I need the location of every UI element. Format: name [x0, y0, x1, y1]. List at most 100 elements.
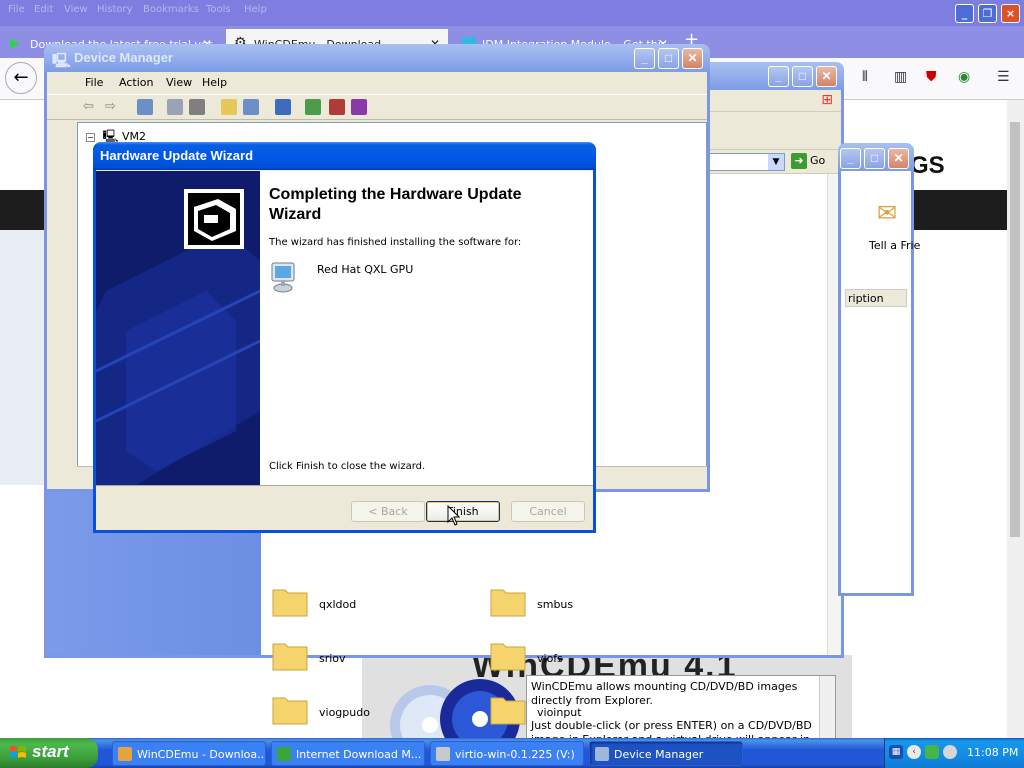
display-adapter-icon — [271, 262, 295, 293]
menu-view[interactable]: View — [166, 76, 192, 89]
sidebar-icon[interactable]: ▥ — [894, 69, 907, 85]
finish-button[interactable]: Finish — [426, 501, 500, 522]
system-tray: ▦ ‹ 11:08 PM — [884, 738, 1024, 768]
maximize-button[interactable]: □ — [658, 48, 679, 69]
mouse-cursor-icon — [447, 505, 461, 526]
properties-icon[interactable] — [167, 99, 183, 115]
page-scrollbar[interactable] — [1007, 100, 1024, 740]
taskbar-item-idm[interactable]: Internet Download M... — [271, 741, 425, 766]
clock[interactable]: 11:08 PM — [967, 746, 1018, 759]
wizard-title: Hardware Update Wizard — [100, 148, 254, 163]
firefox-menubar: File Edit View History Bookmarks Tools H… — [0, 0, 1024, 26]
close-button[interactable]: ✕ — [888, 148, 909, 169]
folder-icon — [272, 589, 308, 617]
folder-icon — [272, 697, 308, 725]
go-arrow-icon: ➜ — [791, 153, 807, 169]
menu-action[interactable]: Action — [119, 76, 153, 89]
ff-close-button[interactable]: × — [1001, 4, 1020, 23]
folder-icon — [272, 643, 308, 671]
scroll-thumb[interactable] — [1010, 122, 1020, 537]
view-icon[interactable] — [243, 99, 259, 115]
keyboard-icon[interactable]: ▦ — [889, 745, 903, 759]
ff-menu-tools[interactable]: Tools — [206, 4, 231, 15]
show-hide-tree-icon[interactable] — [137, 99, 153, 115]
back-arrow-icon[interactable]: ⇦ — [83, 99, 99, 115]
device-name: Red Hat QXL GPU — [317, 263, 414, 276]
close-button[interactable]: ✕ — [816, 66, 837, 87]
folder-item[interactable]: qxldod — [271, 584, 471, 634]
idm-column-header[interactable]: ription — [845, 289, 907, 307]
folder-label: vioinput — [537, 706, 582, 719]
wizard-titlebar[interactable]: Hardware Update Wizard — [93, 142, 596, 170]
help-icon[interactable] — [221, 99, 237, 115]
print-icon[interactable] — [189, 99, 205, 115]
wizard-subtitle: The wizard has finished installing the s… — [269, 237, 522, 248]
uninstall-icon[interactable] — [329, 99, 345, 115]
ff-minimize-button[interactable]: _ — [955, 4, 974, 23]
page-heading-fragment: GS — [910, 152, 945, 179]
computer-icon: 🖳 — [102, 129, 119, 143]
maximize-button[interactable]: □ — [792, 66, 813, 87]
ff-menu-view[interactable]: View — [64, 4, 88, 15]
hamburger-menu-icon[interactable]: ☰ — [997, 69, 1010, 85]
library-icon[interactable]: ⫴ — [862, 69, 868, 85]
chevron-down-icon[interactable]: ▼ — [768, 154, 784, 170]
folder-icon — [490, 697, 526, 725]
scan-hardware-icon[interactable] — [275, 99, 291, 115]
disable-icon[interactable] — [351, 99, 367, 115]
folder-item[interactable]: vioinput — [489, 692, 689, 742]
minimize-button[interactable]: _ — [840, 148, 861, 169]
start-label: start — [32, 742, 69, 761]
start-button[interactable]: start — [0, 738, 98, 768]
taskbar-item-wincdemu[interactable]: WinCDEmu - Downloa... — [112, 741, 266, 766]
taskbar-item-device-manager[interactable]: Device Manager — [589, 741, 743, 766]
back-button[interactable]: < Back — [351, 501, 425, 522]
maximize-button[interactable]: □ — [864, 148, 885, 169]
ff-menu-edit[interactable]: Edit — [34, 4, 53, 15]
close-button[interactable]: ✕ — [682, 48, 703, 69]
folder-item[interactable]: smbus — [489, 584, 689, 634]
wizard-button-bar: < Back Finish Cancel — [96, 485, 593, 530]
ff-menu-bookmarks[interactable]: Bookmarks — [143, 4, 199, 15]
task-label: virtio-win-0.1.225 (V:) — [455, 748, 575, 761]
folder-icon — [490, 643, 526, 671]
ff-menu-history[interactable]: History — [97, 4, 133, 15]
network-icon[interactable] — [925, 745, 939, 759]
cancel-button[interactable]: Cancel — [511, 501, 585, 522]
folder-label: viofs — [537, 652, 563, 665]
ff-menu-file[interactable]: File — [8, 4, 25, 15]
folder-label: qxldod — [319, 598, 357, 611]
hardware-update-wizard: Hardware Update Wizard Completing the Ha… — [93, 142, 596, 533]
windows-flag-icon: ⊞ — [821, 92, 833, 108]
folder-item[interactable]: viofs — [489, 638, 689, 688]
volume-icon[interactable] — [943, 745, 957, 759]
collapse-icon[interactable]: − — [86, 132, 95, 142]
minimize-button[interactable]: _ — [768, 66, 789, 87]
wizard-banner-graphic — [96, 189, 260, 485]
chevron-left-icon[interactable]: ‹ — [907, 745, 921, 759]
wizard-side-panel — [96, 171, 260, 485]
page-left-band — [0, 230, 50, 485]
device-manager-titlebar[interactable]: 🖳 Device Manager _ □ ✕ — [44, 44, 710, 72]
device-manager-toolbar: ⇦ ⇨ — [47, 94, 707, 120]
update-driver-icon[interactable] — [305, 99, 321, 115]
ublock-icon[interactable]: ⛊ — [926, 69, 937, 85]
task-label: Device Manager — [614, 748, 704, 761]
folder-item[interactable]: viogpudo — [271, 692, 471, 742]
idm-titlebar[interactable]: _ □ ✕ — [838, 143, 914, 171]
go-button[interactable]: ➜ Go — [791, 153, 825, 169]
menu-file[interactable]: File — [85, 76, 103, 89]
menu-help[interactable]: Help — [202, 76, 227, 89]
minimize-button[interactable]: _ — [634, 48, 655, 69]
back-button[interactable]: ← — [5, 62, 37, 94]
folder-label: viogpudo — [319, 706, 370, 719]
ff-menu-help[interactable]: Help — [244, 4, 267, 15]
idm-body: ✉ Tell a Frie ription — [841, 171, 920, 593]
idm-extension-icon[interactable]: ◉ — [958, 69, 970, 85]
taskbar-item-virtio[interactable]: virtio-win-0.1.225 (V:) — [430, 741, 584, 766]
folder-item[interactable]: sriov — [271, 638, 471, 688]
tell-a-friend-button[interactable]: Tell a Frie — [869, 239, 920, 252]
forward-arrow-icon[interactable]: ⇨ — [105, 99, 121, 115]
ff-maximize-button[interactable]: ❐ — [978, 4, 997, 23]
text-scrollbar[interactable] — [819, 676, 835, 739]
